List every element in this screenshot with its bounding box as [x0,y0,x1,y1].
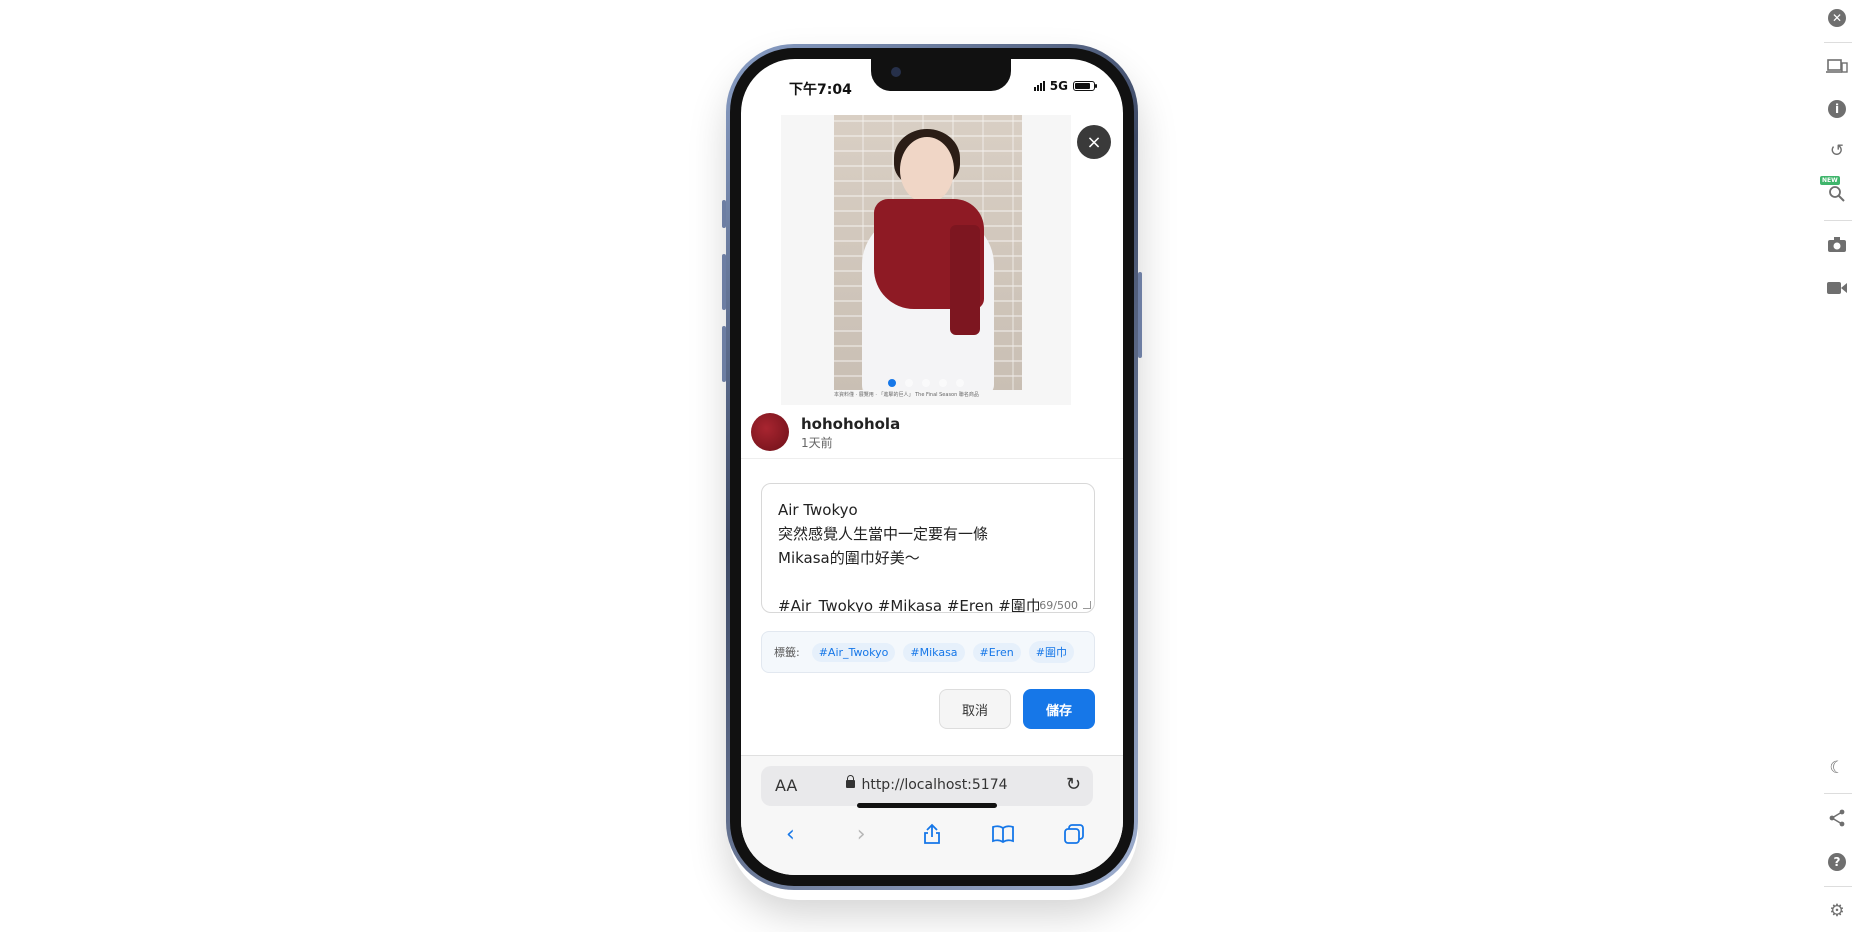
carousel-dot[interactable] [939,379,947,387]
home-indicator[interactable] [857,803,997,808]
caption-line: Air Twokyo [778,501,858,519]
caption-line: 突然感覺人生當中一定要有一條 [778,525,989,543]
bookmarks-icon[interactable] [988,819,1018,849]
rotate-icon[interactable]: ↺ [1825,139,1849,163]
share-icon[interactable] [1825,806,1849,830]
image-carousel[interactable]: 本資料僅 · 展覽用 · 「進擊的巨人」 The Final Season 聯名… [781,115,1071,405]
lock-icon [846,775,856,788]
dark-mode-icon[interactable]: ☾ [1825,756,1849,780]
caption-line: #Air_Twokyo #Mikasa #Eren #圍巾 [778,597,1041,613]
avatar[interactable] [751,413,789,451]
video-icon[interactable] [1825,276,1849,300]
carousel-dot[interactable] [888,379,896,387]
gear-icon[interactable]: ⚙ [1825,899,1849,923]
char-count: 69/500 [1039,594,1078,612]
notch [871,59,1011,91]
phone-power-button [1138,272,1142,358]
carousel-dot[interactable] [956,379,964,387]
url-text: http://localhost:5174 [861,777,1008,793]
post-photo [834,115,1022,390]
share-icon[interactable] [917,819,947,849]
url-display: http://localhost:5174 [761,775,1093,793]
signal-icon [1033,81,1045,91]
phone-bezel: 下午7:04 5G 本資料僅 · 展覽用 · 「進擊的巨人」 The Final… [730,48,1134,886]
carousel-dot[interactable] [905,379,913,387]
browser-toolbar: ‹ › [741,816,1123,852]
tabs-icon[interactable] [1059,819,1089,849]
resize-handle[interactable] [1083,601,1091,609]
close-button[interactable]: × [1077,125,1111,159]
tag-chip[interactable]: #Mikasa [903,642,965,662]
battery-icon [1073,81,1097,91]
chevron-right-icon[interactable]: › [846,819,876,849]
caption-textarea[interactable]: Air Twokyo 突然感覺人生當中一定要有一條 Mikasa的圍巾好美〜 #Ai… [761,483,1095,613]
tag-chip[interactable]: #Eren [972,642,1021,662]
carousel-dot[interactable] [922,379,930,387]
phone-screen: 下午7:04 5G 本資料僅 · 展覽用 · 「進擊的巨人」 The Final… [741,59,1123,875]
tags-label: 標籤: [774,646,800,659]
new-badge: NEW [1820,176,1840,185]
stage: 下午7:04 5G 本資料僅 · 展覽用 · 「進擊的巨人」 The Final… [0,0,1859,932]
close-icon[interactable]: ✕ [1825,6,1849,30]
address-bar[interactable]: AA http://localhost:5174 ↻ [761,766,1093,806]
zoom-icon[interactable]: NEW [1820,176,1849,206]
save-button[interactable]: 儲存 [1023,689,1095,729]
caption-line: Mikasa的圍巾好美〜 [778,549,920,567]
tags-box: 標籤: #Air_Twokyo #Mikasa #Eren #圍巾 [761,631,1095,673]
tag-chip[interactable]: #Air_Twokyo [811,642,896,662]
camera-icon[interactable] [1825,232,1849,256]
caption-line [778,570,1078,594]
post-edit-modal: 本資料僅 · 展覽用 · 「進擊的巨人」 The Final Season 聯名… [741,115,1123,755]
status-bar: 下午7:04 5G [741,59,1123,115]
devices-icon[interactable] [1825,54,1849,78]
caption-text: Air Twokyo 突然感覺人生當中一定要有一條 Mikasa的圍巾好美〜 #Ai… [778,498,1078,613]
network-type: 5G [1049,79,1068,93]
status-time: 下午7:04 [789,82,852,98]
chevron-left-icon[interactable]: ‹ [775,819,805,849]
browser-bar: AA http://localhost:5174 ↻ ‹ › [741,755,1123,875]
info-icon[interactable]: i [1825,97,1849,121]
reload-icon[interactable]: ↻ [1066,774,1081,795]
photo-caption: 本資料僅 · 展覽用 · 「進擊的巨人」 The Final Season 聯名… [834,392,979,398]
cancel-button[interactable]: 取消 [939,689,1011,729]
carousel-dots [781,379,1071,387]
post-time: 1天前 [801,436,833,450]
front-camera [891,67,901,77]
author-name[interactable]: hohohohola [801,415,900,433]
right-tool-panel: ✕ i ↺ NEW ☾ ? ⚙ [1816,0,1859,932]
tag-chip[interactable]: #圍巾 [1028,641,1074,663]
post-author: hohohohola 1天前 [741,409,1123,459]
help-icon[interactable]: ? [1825,850,1849,874]
status-indicators: 5G [1033,79,1097,93]
phone-frame: 下午7:04 5G 本資料僅 · 展覽用 · 「進擊的巨人」 The Final… [726,44,1138,890]
